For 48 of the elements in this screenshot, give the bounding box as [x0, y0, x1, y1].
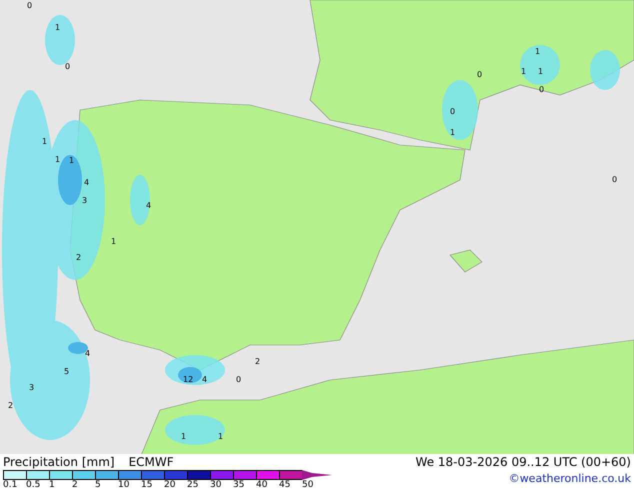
scale-label: 40 [256, 480, 268, 490]
scale-label: 1 [49, 480, 56, 490]
precipitation-value: 4 [85, 350, 90, 358]
scale-label: 0.5 [26, 480, 42, 490]
precipitation-value: 0 [65, 63, 70, 71]
precipitation-value: 1 [181, 433, 186, 441]
precipitation-value: 1 [521, 68, 526, 76]
precipitation-value: 0 [236, 376, 242, 384]
precipitation-value: 4 [202, 376, 208, 384]
precipitation-value: 4 [146, 202, 152, 210]
precipitation-value: 1 [538, 68, 544, 76]
scale-label: 50 [302, 480, 314, 490]
precipitation-value: 2 [8, 402, 14, 410]
precipitation-value: 1 [55, 24, 60, 32]
precipitation-value: 0 [612, 176, 618, 184]
scale-label: 35 [233, 480, 246, 490]
precipitation-value: 0 [450, 108, 456, 116]
model-name: ECMWF [128, 456, 174, 469]
precipitation-value: 1 [42, 138, 48, 146]
precipitation-value: 1 [535, 48, 540, 56]
precipitation-value: 0 [27, 2, 32, 10]
scale-label: 25 [187, 480, 200, 490]
precipitation-value: 1 [69, 157, 74, 165]
scale-label: 15 [141, 480, 154, 490]
scale-label: 0.1 [3, 480, 18, 490]
valid-time: We 18-03-2026 09..12 UTC (00+60) [416, 456, 631, 469]
precipitation-value: 12 [183, 376, 194, 384]
scale-label: 5 [95, 480, 102, 490]
precipitation-value: 5 [64, 368, 70, 376]
precipitation-value: 3 [29, 384, 34, 392]
scale-label: 30 [210, 480, 222, 490]
scale-label: 2 [72, 480, 79, 490]
scale-label: 10 [118, 480, 130, 490]
precipitation-value: 0 [477, 71, 482, 79]
credit-link[interactable]: ©weatheronline.co.uk [508, 472, 631, 485]
precipitation-value: 2 [255, 358, 260, 366]
scale-arrow-icon [302, 470, 332, 480]
precipitation-value: 3 [82, 197, 88, 205]
precipitation-value: 1 [111, 238, 116, 246]
precipitation-value: 0 [539, 86, 544, 94]
precipitation-value: 1 [55, 156, 60, 164]
precipitation-value: 4 [84, 179, 90, 187]
legend-title: Precipitation [mm] [3, 456, 115, 469]
precipitation-value: 1 [450, 129, 456, 137]
scale-label: 20 [164, 480, 176, 490]
precipitation-value: 2 [76, 254, 82, 262]
scale-label: 45 [279, 480, 292, 490]
precipitation-value: 1 [218, 433, 224, 441]
